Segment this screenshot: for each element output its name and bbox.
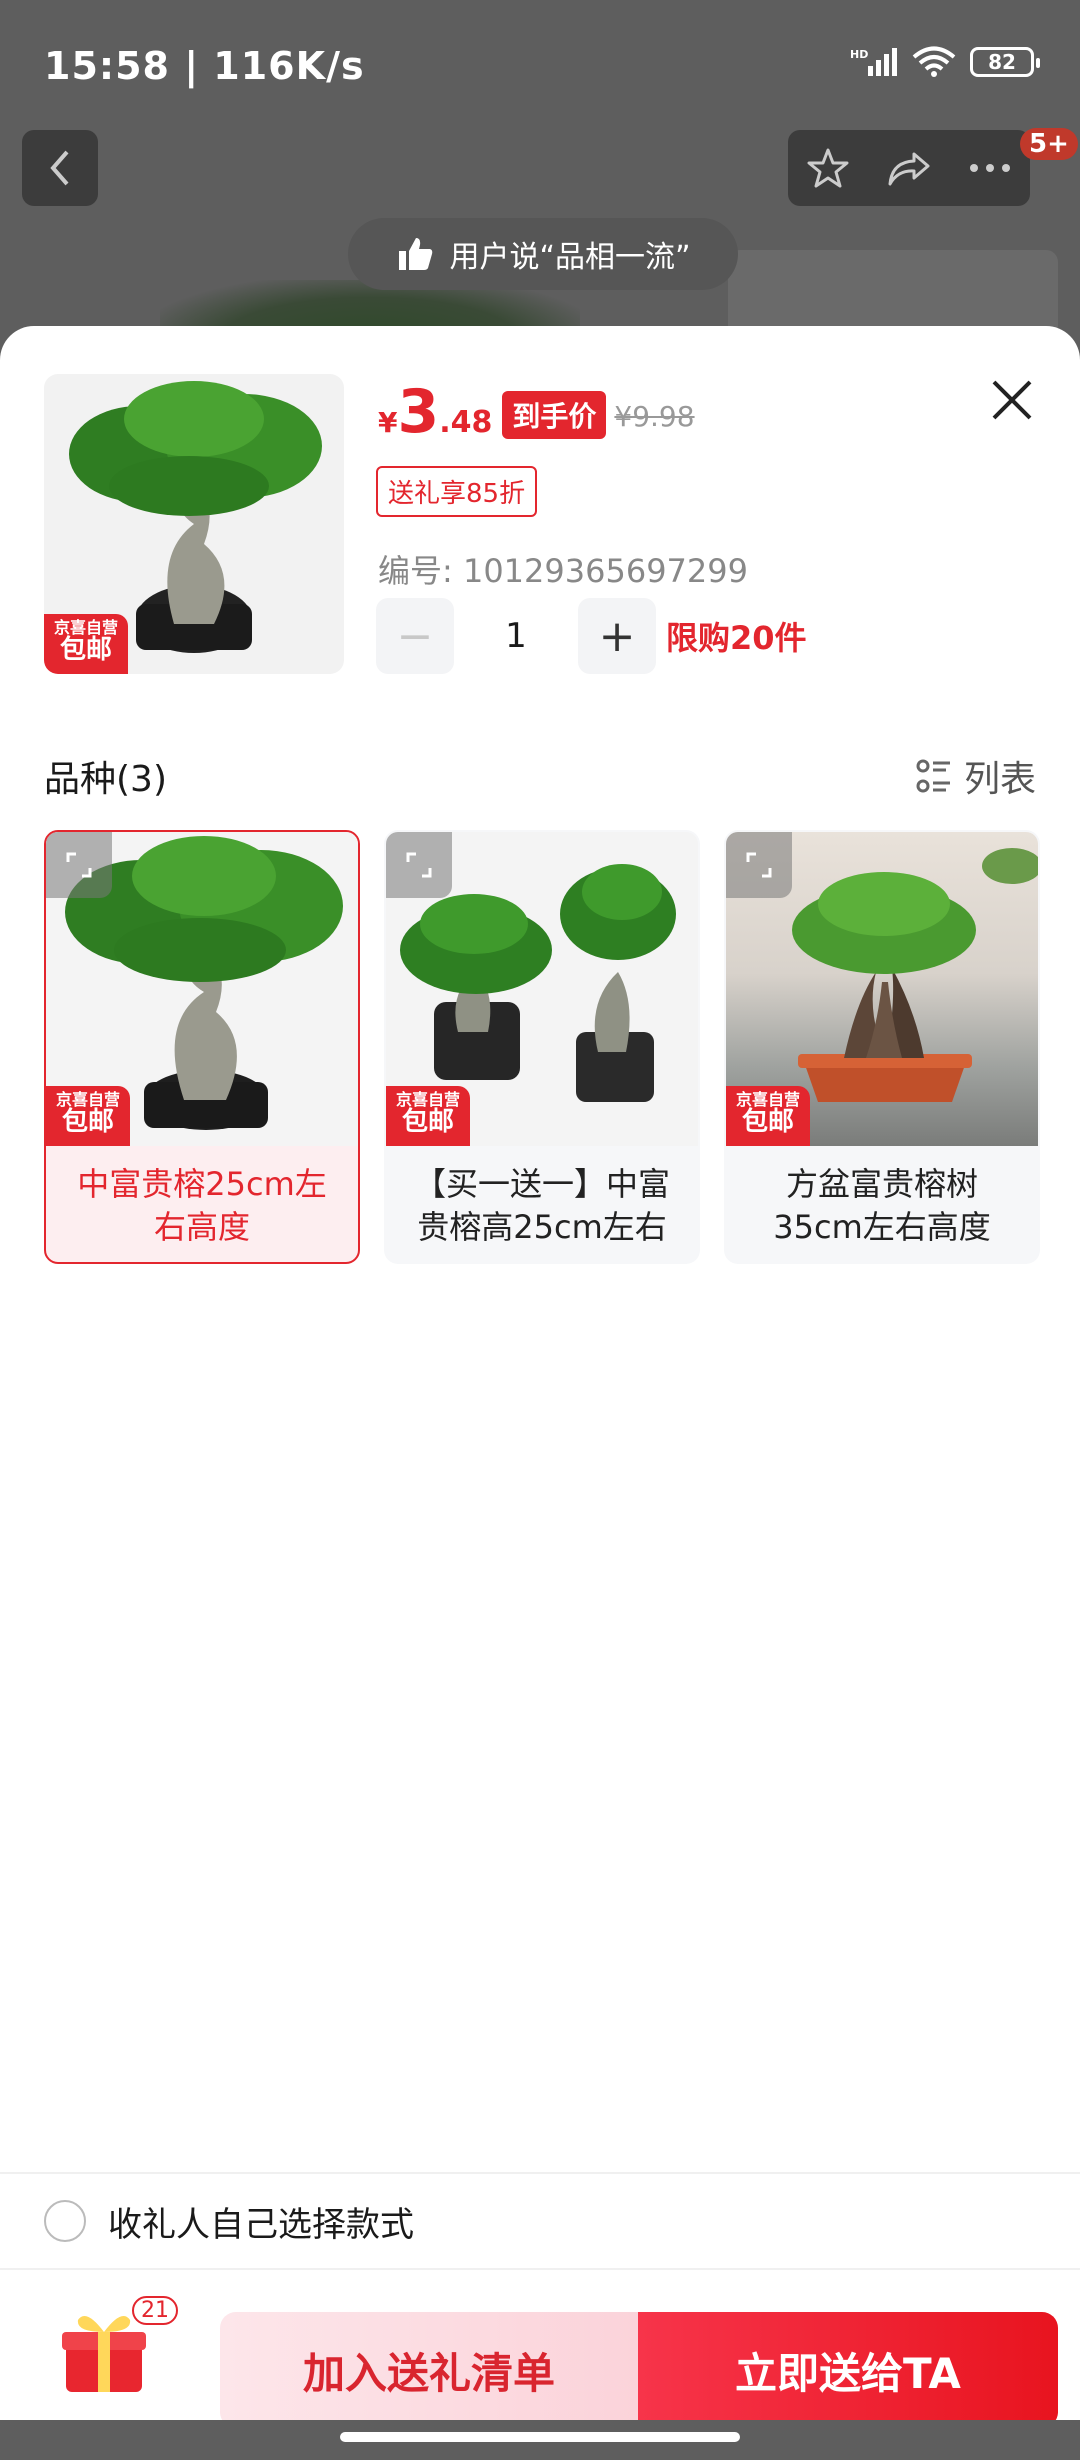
variant-section-title: 品种(3) — [44, 759, 167, 800]
more-icon[interactable] — [968, 162, 1012, 174]
self-operated-label: 京喜自营 — [395, 1090, 460, 1109]
free-shipping-label: 包邮 — [59, 634, 112, 665]
price-decimal: .48 — [439, 405, 493, 440]
variant-image: 京喜自营 包邮 — [46, 832, 358, 1146]
self-operated-badge: 京喜自营 包邮 — [386, 1086, 470, 1146]
battery-icon: 82 — [970, 47, 1040, 77]
back-button[interactable] — [22, 130, 98, 206]
bottom-action-bar: 21 加入送礼清单 立即送给TA — [0, 2272, 1080, 2428]
quantity-stepper: − 1 + 限购20件 — [376, 598, 807, 674]
battery-level: 82 — [988, 50, 1016, 74]
self-operated-label: 京喜自营 — [55, 1090, 120, 1109]
add-to-gift-list-button[interactable]: 加入送礼清单 — [220, 2312, 638, 2428]
signal-icon: HD — [850, 48, 897, 76]
recipient-choose-label: 收礼人自己选择款式 — [108, 2204, 414, 2245]
wifi-icon — [912, 46, 956, 77]
gift-discount-tag: 送礼享85折 — [376, 466, 538, 517]
variant-card[interactable]: 京喜自营 包邮 方盆富贵榕树35cm左右高度 — [724, 830, 1040, 1264]
self-operated-label: 京喜自营 — [53, 618, 118, 637]
variant-image: 京喜自营 包邮 — [386, 832, 698, 1146]
free-shipping-label: 包邮 — [401, 1106, 454, 1137]
free-shipping-label: 包邮 — [741, 1106, 794, 1137]
quantity-value[interactable]: 1 — [454, 616, 578, 656]
status-bar: 15:58 | 116K/s HD 82 — [0, 0, 1080, 140]
message-badge: 5+ — [1020, 128, 1078, 160]
self-operated-label: 京喜自营 — [735, 1090, 800, 1109]
final-price-tag: 到手价 — [502, 391, 607, 439]
radio-button[interactable] — [44, 2200, 86, 2242]
recipient-choose-option[interactable]: 收礼人自己选择款式 — [0, 2172, 1080, 2270]
status-icons: HD 82 — [850, 46, 1040, 78]
product-image[interactable]: 京喜自营 包邮 — [44, 374, 344, 674]
hint-banner-text: 用户说“品相一流” — [449, 240, 691, 275]
free-shipping-label: 包邮 — [61, 1106, 114, 1137]
hint-banner: 用户说“品相一流” — [348, 218, 738, 290]
gift-list-count: 21 — [132, 2296, 178, 2325]
status-time: 15:58 | 116K/s — [44, 44, 365, 88]
send-now-button[interactable]: 立即送给TA — [638, 2312, 1058, 2428]
self-operated-badge: 京喜自营 包邮 — [726, 1086, 810, 1146]
close-icon[interactable] — [988, 376, 1036, 424]
sku-selector-sheet: 京喜自营 包邮 ¥ 3 .48 到手价 ¥9.98 送礼享85折 编号: 101… — [0, 326, 1080, 2421]
svg-text:HD: HD — [850, 48, 868, 61]
expand-icon[interactable] — [386, 832, 452, 898]
list-icon — [916, 759, 950, 793]
variant-card[interactable]: 京喜自营 包邮 【买一送一】中富贵榕高25cm左右 — [384, 830, 700, 1264]
list-view-toggle[interactable]: 列表 — [916, 750, 1036, 802]
currency-symbol: ¥ — [378, 406, 398, 439]
chevron-left-icon — [50, 150, 69, 186]
decrease-button[interactable]: − — [376, 598, 454, 674]
sku-code: 编号: 10129365697299 — [378, 552, 748, 590]
price-integer: 3 — [397, 377, 440, 447]
purchase-limit: 限购20件 — [666, 619, 807, 657]
variant-name: 方盆富贵榕树35cm左右高度 — [773, 1164, 991, 1246]
top-action-group — [788, 130, 1030, 206]
increase-button[interactable]: + — [578, 598, 656, 674]
price-row: ¥ 3 .48 到手价 ¥9.98 — [378, 382, 695, 445]
variant-name: 中富贵榕25cm左右高度 — [77, 1164, 327, 1246]
home-indicator[interactable] — [340, 2432, 740, 2442]
variant-list: 京喜自营 包邮 中富贵榕25cm左右高度 京喜自营 包邮 【买一送一】中富贵榕高… — [44, 830, 1040, 1264]
variant-card[interactable]: 京喜自营 包邮 中富贵榕25cm左右高度 — [44, 830, 360, 1264]
self-operated-badge: 京喜自营 包邮 — [44, 614, 128, 674]
expand-icon[interactable] — [46, 832, 112, 898]
self-operated-badge: 京喜自营 包邮 — [46, 1086, 130, 1146]
list-toggle-label: 列表 — [963, 759, 1036, 800]
variant-name: 【买一送一】中富贵榕高25cm左右 — [413, 1164, 670, 1246]
variant-image: 京喜自营 包邮 — [726, 832, 1038, 1146]
thumbs-up-icon — [399, 238, 433, 270]
share-icon[interactable] — [886, 148, 932, 188]
original-price: ¥9.98 — [614, 400, 695, 433]
star-icon[interactable] — [806, 146, 850, 190]
expand-icon[interactable] — [726, 832, 792, 898]
